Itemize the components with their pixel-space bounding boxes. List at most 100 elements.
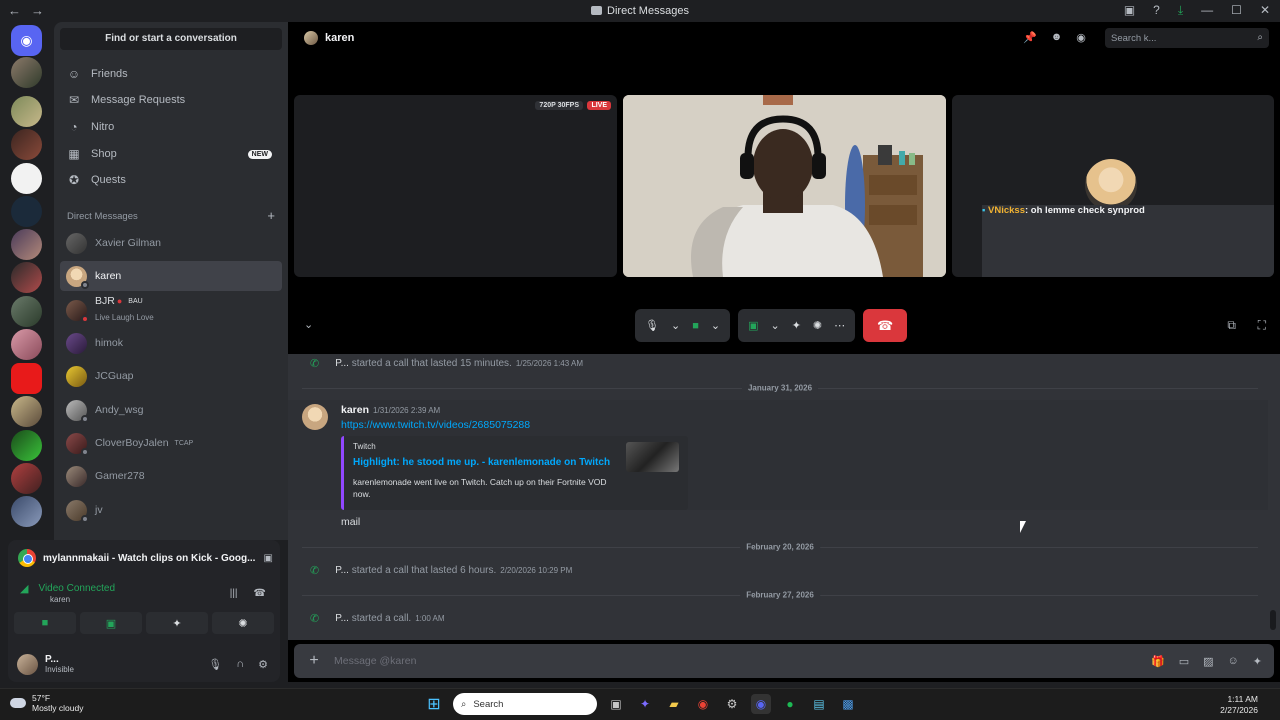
search-input[interactable]: Search k... ⌕: [1105, 28, 1269, 48]
server-icon[interactable]: [11, 229, 42, 260]
apps-icon[interactable]: ✦: [1253, 655, 1262, 668]
stream-tile[interactable]: 720P 30FPS LIVE: [294, 95, 617, 277]
user-profile-icon[interactable]: ◉: [1076, 31, 1086, 44]
fullscreen-icon[interactable]: ⛶: [1258, 318, 1266, 333]
server-icon[interactable]: [11, 329, 42, 360]
server-icon[interactable]: [11, 430, 42, 461]
dm-item-andy-wsg[interactable]: Andy_wsg: [60, 395, 282, 425]
pin-icon[interactable]: 📌: [1023, 31, 1037, 44]
mic-control[interactable]: 🎙 ⌄ ■ ⌄: [635, 309, 731, 342]
server-icon[interactable]: [11, 296, 42, 327]
nav-nitro[interactable]: ◔ Nitro: [60, 115, 282, 139]
nav-message-requests[interactable]: ✉ Message Requests: [60, 88, 282, 112]
notepad-icon[interactable]: ▤: [809, 694, 829, 714]
chevron-down-icon[interactable]: ⌄: [671, 319, 680, 332]
activities-button[interactable]: ✦: [146, 612, 208, 634]
gift-icon[interactable]: 🎁: [1151, 655, 1165, 668]
headset-icon[interactable]: ∩: [236, 658, 244, 671]
server-icon[interactable]: [11, 129, 42, 160]
screen-share-button[interactable]: ▣: [80, 612, 142, 634]
server-icon[interactable]: [11, 57, 42, 88]
emoji-icon[interactable]: ☺: [1228, 655, 1239, 668]
server-icon[interactable]: [11, 463, 42, 494]
help-icon[interactable]: ?: [1153, 3, 1160, 18]
sticker-icon[interactable]: ▨: [1203, 655, 1213, 668]
collapse-chevron-icon[interactable]: ⌄: [304, 318, 313, 331]
dm-item-karen[interactable]: karen: [60, 261, 282, 291]
settings-gear-icon[interactable]: ⚙: [258, 658, 268, 671]
embed-provider[interactable]: Twitch: [353, 442, 376, 451]
dm-item-bjr[interactable]: BJR ● BAU Live Laugh Love: [60, 295, 282, 325]
server-icon[interactable]: [11, 96, 42, 127]
discord-taskbar-icon[interactable]: ◉: [751, 694, 771, 714]
call-user[interactable]: P...: [335, 565, 349, 576]
stop-streaming-icon[interactable]: ▣: [264, 553, 273, 564]
spotify-icon[interactable]: ●: [780, 694, 800, 714]
participant-tile[interactable]: ▪ VNickss: oh lemme check synprod: [952, 95, 1274, 277]
popout-icon[interactable]: ⧉: [1227, 318, 1236, 333]
microphone-icon[interactable]: 🎙: [208, 658, 222, 671]
dm-item-jcguap[interactable]: JCGuap: [60, 361, 282, 391]
call-user[interactable]: P...: [335, 358, 349, 369]
scrollbar-thumb[interactable]: [1270, 610, 1276, 630]
embed-thumbnail[interactable]: [626, 442, 679, 472]
share-control[interactable]: ▣ ⌄ ✦ ✺ ⋯: [738, 309, 856, 342]
embed-title[interactable]: Highlight: he stood me up. - karenlemona…: [353, 457, 610, 468]
nav-friends[interactable]: ☺ Friends: [60, 62, 282, 86]
server-icon[interactable]: [11, 496, 42, 527]
dm-item-jv[interactable]: jv: [60, 495, 282, 525]
message-link[interactable]: https://www.twitch.tv/videos/2685075288: [341, 419, 530, 431]
camera-tile[interactable]: [623, 95, 946, 277]
disconnect-icon[interactable]: ☎: [254, 588, 266, 599]
weather-widget[interactable]: 57°F Mostly cloudy: [10, 693, 84, 713]
activities-icon[interactable]: ✦: [792, 319, 801, 332]
voice-status[interactable]: ◢ Video Connected: [20, 582, 115, 595]
server-icon[interactable]: [11, 396, 42, 427]
camera-button[interactable]: ■: [14, 612, 76, 634]
author-name[interactable]: karen: [341, 404, 369, 416]
author-avatar[interactable]: [302, 404, 328, 430]
dm-item-cloverboyjalen[interactable]: CloverBoyJalen TCAP: [60, 428, 282, 458]
chevron-down-icon[interactable]: ⌄: [711, 319, 720, 332]
taskbar-search[interactable]: ⌕ Search: [453, 693, 597, 715]
app-icon[interactable]: ▩: [838, 694, 858, 714]
close-icon[interactable]: ✕: [1260, 3, 1270, 18]
noise-suppression-icon[interactable]: |||: [230, 588, 238, 599]
maximize-icon[interactable]: ☐: [1231, 3, 1242, 18]
inbox-icon[interactable]: ▣: [1124, 3, 1135, 18]
minimize-icon[interactable]: —: [1201, 3, 1213, 18]
steam-icon[interactable]: ⚙: [722, 694, 742, 714]
gif-icon[interactable]: ▭: [1179, 655, 1189, 668]
call-user[interactable]: P...: [335, 613, 349, 624]
server-icon[interactable]: [11, 163, 42, 194]
add-friends-icon[interactable]: ☻: [1051, 31, 1063, 44]
end-call-button[interactable]: ☎: [863, 309, 908, 342]
create-dm-plus-icon[interactable]: +: [267, 209, 275, 222]
dm-item-xavier-gilman[interactable]: Xavier Gilman: [60, 228, 282, 258]
nav-quests[interactable]: ✪ Quests: [60, 168, 282, 192]
nav-shop[interactable]: ▦ Shop NEW: [60, 142, 282, 166]
camera-icon[interactable]: ■: [692, 320, 699, 332]
find-conversation-button[interactable]: Find or start a conversation: [60, 28, 282, 50]
message-input[interactable]: Message @karen: [334, 655, 416, 667]
server-icon[interactable]: [11, 196, 42, 227]
server-icon[interactable]: [11, 262, 42, 293]
soundboard-button[interactable]: ✺: [212, 612, 274, 634]
dm-item-gamer278[interactable]: Gamer278: [60, 461, 282, 491]
download-icon[interactable]: ⤓: [1178, 3, 1183, 18]
dm-item-himok[interactable]: himok: [60, 328, 282, 358]
home-button[interactable]: ◉: [11, 25, 42, 56]
system-clock[interactable]: 1:11 AM 2/27/2026: [1220, 694, 1258, 716]
soundboard-icon[interactable]: ✺: [813, 319, 822, 332]
chrome-taskbar-icon[interactable]: ◉: [693, 694, 713, 714]
message-composer[interactable]: + Message @karen 🎁 ▭ ▨ ☺ ✦: [294, 644, 1274, 678]
file-explorer-icon[interactable]: ▰: [664, 694, 684, 714]
task-view-icon[interactable]: ▣: [606, 694, 626, 714]
copilot-icon[interactable]: ✦: [635, 694, 655, 714]
activity-row[interactable]: mylannmakaii - Watch clips on Kick - Goo…: [18, 546, 273, 570]
more-icon[interactable]: ⋯: [834, 319, 845, 332]
server-icon[interactable]: [11, 363, 42, 394]
chevron-down-icon[interactable]: ⌄: [770, 319, 779, 332]
user-avatar[interactable]: [17, 653, 38, 675]
upload-plus-icon[interactable]: +: [294, 652, 334, 670]
